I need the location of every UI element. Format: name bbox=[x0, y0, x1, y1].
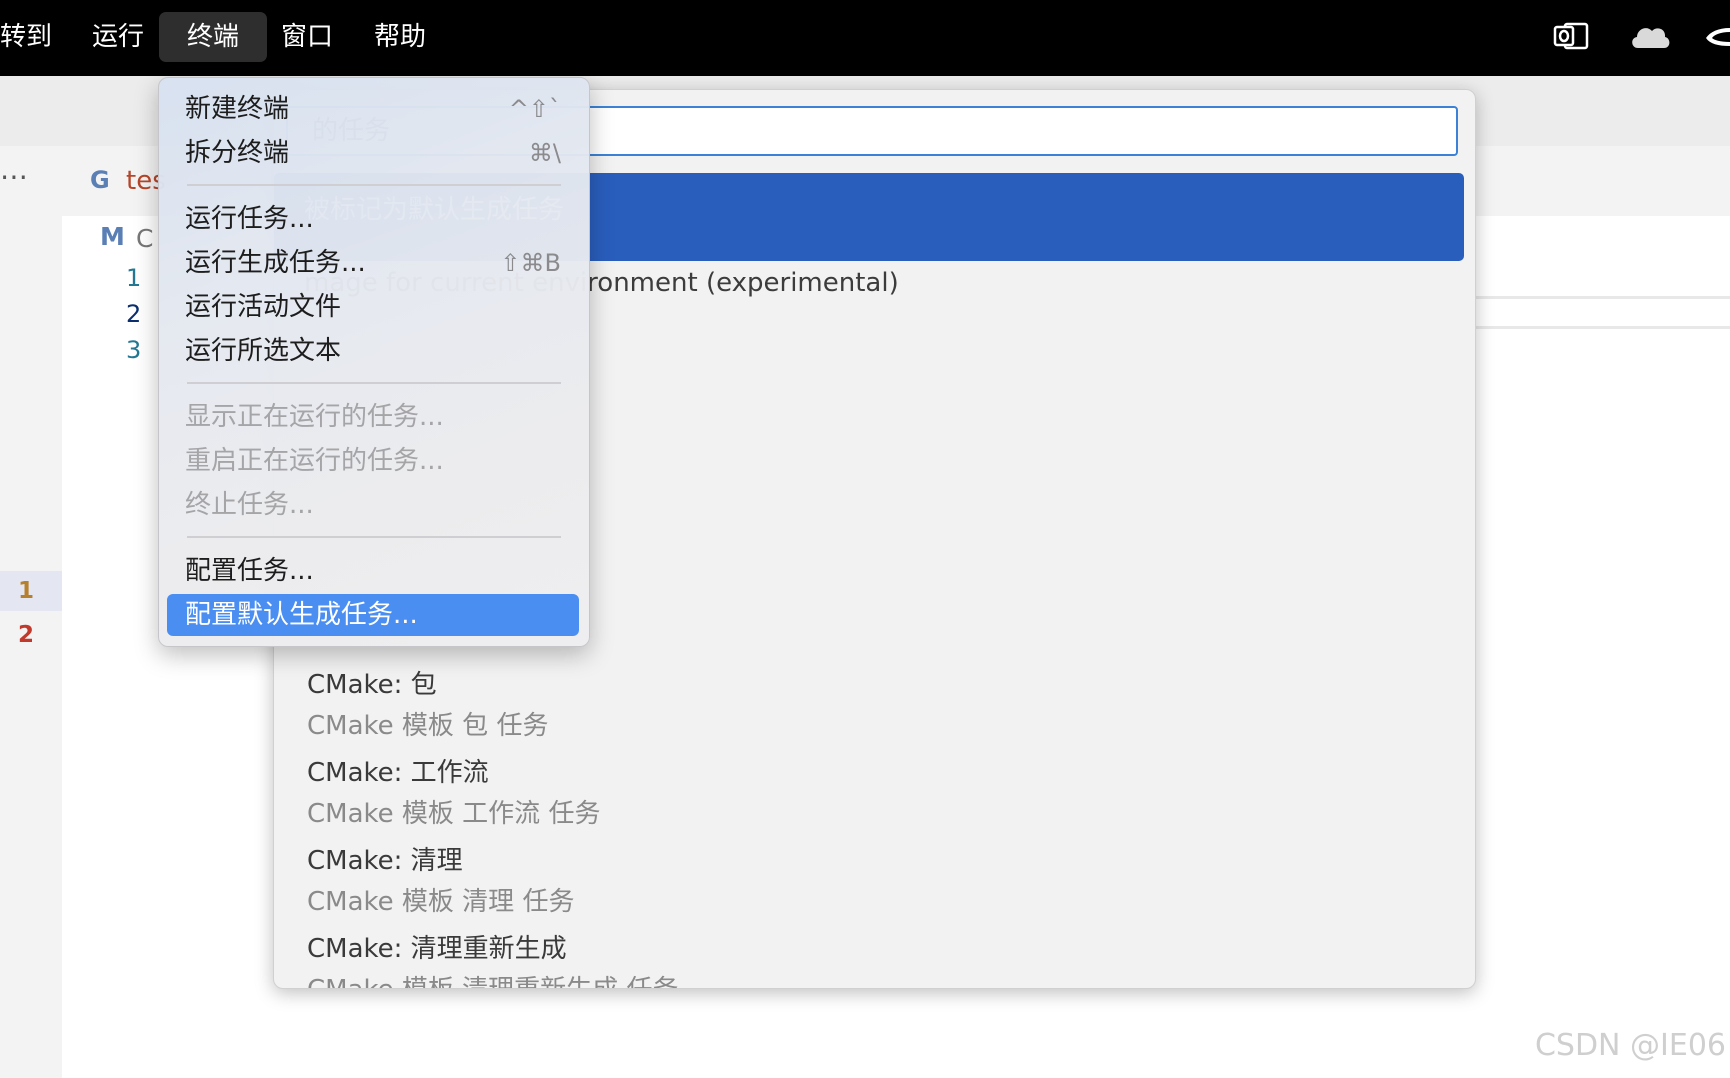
line-number: 2 bbox=[126, 300, 142, 328]
menu-item-shortcut: ⇧⌘B bbox=[500, 249, 561, 277]
menu-separator bbox=[187, 536, 561, 538]
menu-item-run-active-file[interactable]: 运行活动文件 bbox=[167, 286, 579, 328]
menu-item-label: 重启正在运行的任务... bbox=[185, 446, 444, 476]
quick-pick-item-title[interactable]: CMake: 工作流 bbox=[307, 752, 489, 789]
watermark: CSDN @IE06 bbox=[1534, 1028, 1726, 1063]
markdown-icon: M bbox=[100, 222, 125, 251]
more-actions-icon[interactable]: ⋯ bbox=[0, 160, 30, 193]
menu-item-shortcut: ⌘\ bbox=[528, 139, 561, 167]
menu-item-new-terminal[interactable]: 新建终端 ^⇧` bbox=[167, 88, 579, 130]
menu-item-run-build-task[interactable]: 运行生成任务... ⇧⌘B bbox=[167, 242, 579, 284]
menu-run[interactable]: 运行 bbox=[64, 12, 172, 62]
menu-help[interactable]: 帮助 bbox=[346, 12, 454, 62]
menu-item-terminate-task: 终止任务... bbox=[167, 484, 579, 526]
menu-item-configure-tasks[interactable]: 配置任务... bbox=[167, 550, 579, 592]
menu-separator bbox=[187, 382, 561, 384]
menu-item-label: 配置任务... bbox=[185, 556, 314, 586]
menu-item-label: 运行活动文件 bbox=[185, 292, 342, 322]
menu-item-label: 终止任务... bbox=[185, 490, 314, 520]
line-number: 3 bbox=[126, 336, 142, 364]
menu-item-run-task[interactable]: 运行任务... bbox=[167, 198, 579, 240]
menu-item-label: 显示正在运行的任务... bbox=[185, 402, 444, 432]
menu-window[interactable]: 窗口 bbox=[253, 12, 361, 62]
menu-item-label: 运行生成任务... bbox=[185, 248, 366, 278]
quick-pick-item-desc: CMake 模板 包 任务 bbox=[307, 711, 549, 741]
quick-pick-item-title[interactable]: CMake: 清理 bbox=[307, 840, 463, 877]
menu-item-label: 拆分终端 bbox=[185, 138, 290, 168]
menu-item-label: 运行任务... bbox=[185, 204, 314, 234]
outlook-icon[interactable] bbox=[1553, 18, 1589, 58]
menu-bar: 转到 运行 终端 窗口 帮助 bbox=[0, 0, 1730, 76]
editor-line-marker bbox=[1470, 326, 1730, 329]
breadcrumb-file[interactable]: C bbox=[136, 224, 153, 253]
quick-pick-item-title[interactable]: CMake: 清理重新生成 bbox=[307, 928, 567, 965]
cloud-icon[interactable] bbox=[1628, 20, 1672, 56]
quick-pick-item-desc: CMake 模板 工作流 任务 bbox=[307, 799, 601, 829]
menu-item-configure-default-build-task[interactable]: 配置默认生成任务... bbox=[167, 594, 579, 636]
quick-pick-item-desc: CMake 模板 清理 任务 bbox=[307, 887, 575, 917]
menu-item-label: 新建终端 bbox=[185, 94, 290, 124]
menu-item-show-running-tasks: 显示正在运行的任务... bbox=[167, 396, 579, 438]
menu-item-label: 配置默认生成任务... bbox=[185, 600, 418, 630]
quick-pick-item-desc: CMake 模板 清理重新生成 任务 bbox=[307, 969, 678, 988]
menu-item-run-selected-text[interactable]: 运行所选文本 bbox=[167, 330, 579, 372]
editor-line-marker bbox=[1470, 296, 1730, 299]
menu-terminal[interactable]: 终端 bbox=[159, 12, 268, 62]
menu-item-shortcut: ^⇧` bbox=[508, 95, 561, 123]
cpp-file-icon: G bbox=[90, 166, 110, 194]
menu-item-restart-running-task: 重启正在运行的任务... bbox=[167, 440, 579, 482]
onedrive-icon[interactable] bbox=[1704, 22, 1730, 56]
menu-separator bbox=[187, 184, 561, 186]
gutter-line-number: 1 bbox=[18, 578, 35, 604]
quick-pick-item-title[interactable]: CMake: 包 bbox=[307, 664, 437, 701]
menu-item-label: 运行所选文本 bbox=[185, 336, 342, 366]
menu-item-split-terminal[interactable]: 拆分终端 ⌘\ bbox=[167, 132, 579, 174]
line-number: 1 bbox=[126, 264, 142, 292]
terminal-menu: 新建终端 ^⇧` 拆分终端 ⌘\ 运行任务... 运行生成任务... ⇧⌘B 运… bbox=[158, 77, 590, 647]
gutter-line-number: 2 bbox=[18, 622, 35, 648]
